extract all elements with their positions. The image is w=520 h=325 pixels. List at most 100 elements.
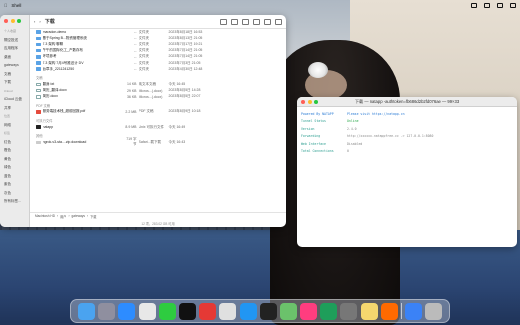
- file-name: 7.3 架构 聊聊: [42, 41, 64, 46]
- file-name: natapp: [42, 125, 54, 130]
- dock-app-icon[interactable]: [300, 302, 318, 320]
- file-date: 2023年8月5日 22:07: [168, 94, 201, 99]
- terminal-value: 2.4.0: [347, 126, 357, 131]
- sidebar-item[interactable]: 蓝色: [0, 174, 29, 183]
- terminal-titlebar: 下载 — natapp -authtoken=fb686d2b2fd076ae …: [297, 97, 517, 107]
- path-segment[interactable]: 用户: [60, 214, 66, 219]
- dock-app-icon[interactable]: [360, 302, 378, 320]
- tag-icon[interactable]: [253, 18, 260, 25]
- file-name: 台章手_2211241250: [42, 66, 75, 71]
- sidebar-item[interactable]: 所有标签...: [0, 199, 29, 208]
- dock-separator: [401, 303, 402, 319]
- doc-icon: [36, 88, 41, 93]
- sidebar-item[interactable]: iCloud 云盘: [0, 97, 29, 106]
- sidebar-section-header: iCloud: [4, 88, 13, 93]
- terminal-value: Disabled: [347, 141, 363, 146]
- doc-icon: [36, 95, 41, 99]
- battery-icon[interactable]: [484, 3, 490, 8]
- file-size: --: [134, 48, 137, 53]
- file-name: 服务端技术栈_超前回报.pdf: [42, 109, 86, 114]
- finder-toolbar: ‹ › 下载: [30, 15, 286, 29]
- file-size: --: [134, 67, 137, 72]
- dock-app-icon[interactable]: [98, 302, 116, 320]
- sidebar-section-header: 位置: [4, 114, 11, 118]
- sidebar-item[interactable]: 网络: [0, 123, 29, 132]
- sidebar-item[interactable]: 紫色: [0, 182, 29, 191]
- sidebar-item[interactable]: 桌面: [0, 55, 29, 64]
- sidebar-item[interactable]: 共享: [0, 106, 29, 115]
- control-center-icon[interactable]: [510, 3, 516, 8]
- sidebar-item[interactable]: 橙色: [0, 148, 29, 157]
- minimize-button[interactable]: [307, 100, 312, 104]
- dock-app-icon[interactable]: [219, 302, 237, 320]
- terminal-key: Tunnel Status: [301, 119, 326, 124]
- file-kind: PDF 文稿: [138, 109, 154, 114]
- zoom-button[interactable]: [314, 100, 318, 104]
- sidebar-item[interactable]: 隔空投送: [0, 38, 29, 47]
- group-icon[interactable]: [231, 18, 238, 25]
- minimize-button[interactable]: [10, 19, 15, 23]
- folder-icon: [36, 67, 41, 71]
- dock-app-icon[interactable]: [340, 302, 358, 320]
- back-icon[interactable]: ‹: [34, 19, 35, 24]
- search-icon[interactable]: [497, 3, 503, 8]
- file-date: 2023年7月17日 19:21: [168, 41, 203, 46]
- dock-app-icon[interactable]: [78, 302, 96, 320]
- wifi-icon[interactable]: [471, 3, 477, 8]
- view-mode-icon[interactable]: [220, 18, 227, 25]
- terminal-line: Version 2.4.0: [301, 125, 513, 133]
- sidebar-item[interactable]: 黄色: [0, 157, 29, 166]
- file-kind: 文件夹: [138, 41, 150, 46]
- dock: [70, 299, 450, 323]
- path-segment[interactable]: Macintosh HD: [35, 214, 55, 218]
- file-date: 2023年7月14日 21:05: [168, 54, 203, 59]
- sidebar-item[interactable]: 文稿: [0, 72, 29, 81]
- file-row[interactable]: ngrok-v3-sta....zip.download 719 字节 Safari…: [30, 137, 286, 146]
- sidebar-item[interactable]: gateways: [0, 63, 29, 72]
- dock-app-icon[interactable]: [259, 302, 277, 320]
- file-size: 29 KB: [126, 88, 137, 93]
- terminal-line: Total Connections 0: [301, 148, 513, 156]
- sidebar-item[interactable]: 下载: [0, 80, 29, 89]
- file-name: 简历.docx: [42, 94, 58, 99]
- apple-icon[interactable]: : [4, 3, 7, 8]
- dock-app-icon[interactable]: [320, 302, 338, 320]
- dock-app-icon[interactable]: [239, 302, 257, 320]
- dock-app-icon[interactable]: [404, 302, 422, 320]
- path-segment[interactable]: 下载: [90, 214, 96, 219]
- dock-app-icon[interactable]: [279, 302, 297, 320]
- sidebar-item[interactable]: 绿色: [0, 165, 29, 174]
- sidebar-item[interactable]: 灰色: [0, 191, 29, 200]
- dock-app-icon[interactable]: [380, 302, 398, 320]
- file-date: 2023年4月30日 12:48: [168, 66, 203, 71]
- menubar-app-name[interactable]: Shell: [11, 3, 21, 8]
- more-icon[interactable]: [264, 18, 271, 25]
- window-controls: [301, 100, 318, 104]
- share-icon[interactable]: [242, 18, 249, 25]
- dock-app-icon[interactable]: [158, 302, 176, 320]
- terminal-output[interactable]: Powered By NATAPP Please visit https://na…: [297, 107, 517, 158]
- dock-app-icon[interactable]: [199, 302, 217, 320]
- dock-app-icon[interactable]: [138, 302, 156, 320]
- terminal-line: Powered By NATAPP Please visit https://na…: [301, 110, 513, 118]
- folder-icon: [36, 55, 41, 59]
- search-icon[interactable]: [275, 18, 282, 25]
- forward-icon[interactable]: ›: [39, 19, 40, 24]
- close-button[interactable]: [4, 19, 8, 23]
- dock-app-icon[interactable]: [118, 302, 136, 320]
- dock-app-icon[interactable]: [178, 302, 196, 320]
- sidebar-item[interactable]: 应用程序: [0, 46, 29, 55]
- file-name: maradon-demo: [42, 30, 67, 35]
- window-controls: [4, 19, 21, 23]
- folder-icon: [36, 36, 41, 41]
- zoom-button[interactable]: [17, 19, 21, 23]
- sidebar-item[interactable]: 红色: [0, 140, 29, 149]
- dock-app-icon[interactable]: [424, 302, 442, 320]
- file-date: 2023年8月13日 21:05: [168, 35, 203, 40]
- finder-title: 下载: [44, 19, 55, 25]
- folder-icon: [36, 42, 41, 47]
- close-button[interactable]: [301, 100, 305, 104]
- terminal-window: 下载 — natapp -authtoken=fb686d2b2fd076ae …: [297, 97, 517, 247]
- path-segment[interactable]: gateways: [72, 214, 85, 218]
- file-size: 14 KB: [126, 82, 137, 87]
